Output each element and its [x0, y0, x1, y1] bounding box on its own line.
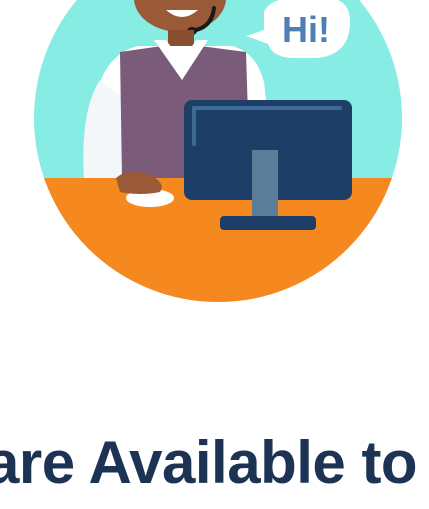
speech-bubble-text: Hi! [282, 9, 330, 50]
page-heading: are Available to [0, 429, 418, 496]
support-agent-illustration: Hi! [0, 0, 429, 310]
